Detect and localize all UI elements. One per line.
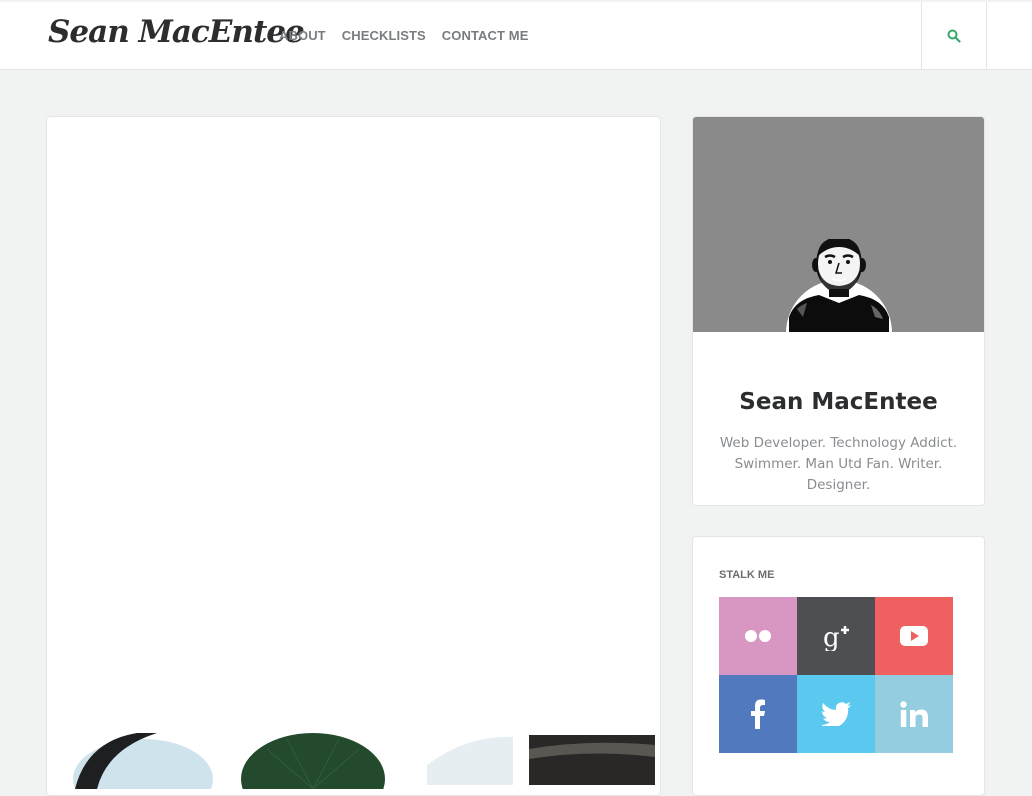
svg-text:g: g bbox=[823, 623, 840, 651]
main-content-card bbox=[46, 116, 661, 796]
facebook-icon bbox=[751, 699, 765, 729]
main-nav: ABOUT CHECKLISTS CONTACT ME bbox=[279, 28, 528, 43]
site-logo[interactable]: Sean MacEntee bbox=[48, 14, 305, 50]
social-link-twitter[interactable] bbox=[797, 675, 875, 753]
search-icon bbox=[947, 29, 961, 43]
nav-checklists[interactable]: CHECKLISTS bbox=[342, 28, 426, 43]
profile-name: Sean MacEntee bbox=[739, 389, 938, 415]
post-thumbnail[interactable] bbox=[237, 729, 387, 789]
nav-contact-me[interactable]: CONTACT ME bbox=[442, 28, 529, 43]
social-link-youtube[interactable] bbox=[875, 597, 953, 675]
avatar[interactable] bbox=[789, 239, 889, 332]
youtube-icon bbox=[900, 626, 928, 646]
nav-about[interactable]: ABOUT bbox=[279, 28, 326, 43]
social-link-linkedin[interactable] bbox=[875, 675, 953, 753]
social-link-flickr[interactable] bbox=[719, 597, 797, 675]
social-link-facebook[interactable] bbox=[719, 675, 797, 753]
social-links-grid: g bbox=[719, 597, 953, 753]
linkedin-icon bbox=[900, 701, 928, 727]
post-thumbnail[interactable] bbox=[529, 735, 655, 785]
search-button[interactable] bbox=[921, 2, 987, 70]
social-link-google-plus[interactable]: g bbox=[797, 597, 875, 675]
google-plus-icon: g bbox=[823, 623, 849, 651]
site-header: Sean MacEntee ABOUT CHECKLISTS CONTACT M… bbox=[0, 0, 1032, 70]
flickr-icon bbox=[745, 630, 771, 642]
twitter-icon bbox=[821, 702, 851, 726]
avatar-clip bbox=[693, 117, 984, 332]
profile-bio: Web Developer. Technology Addict. Swimme… bbox=[719, 435, 958, 493]
post-thumbnail[interactable] bbox=[427, 735, 517, 785]
profile-card: Sean MacEntee Web Developer. Technology … bbox=[692, 116, 985, 506]
social-widget: STALK ME g bbox=[692, 536, 985, 796]
post-thumbnail[interactable] bbox=[67, 729, 217, 789]
social-widget-title: STALK ME bbox=[719, 569, 775, 581]
